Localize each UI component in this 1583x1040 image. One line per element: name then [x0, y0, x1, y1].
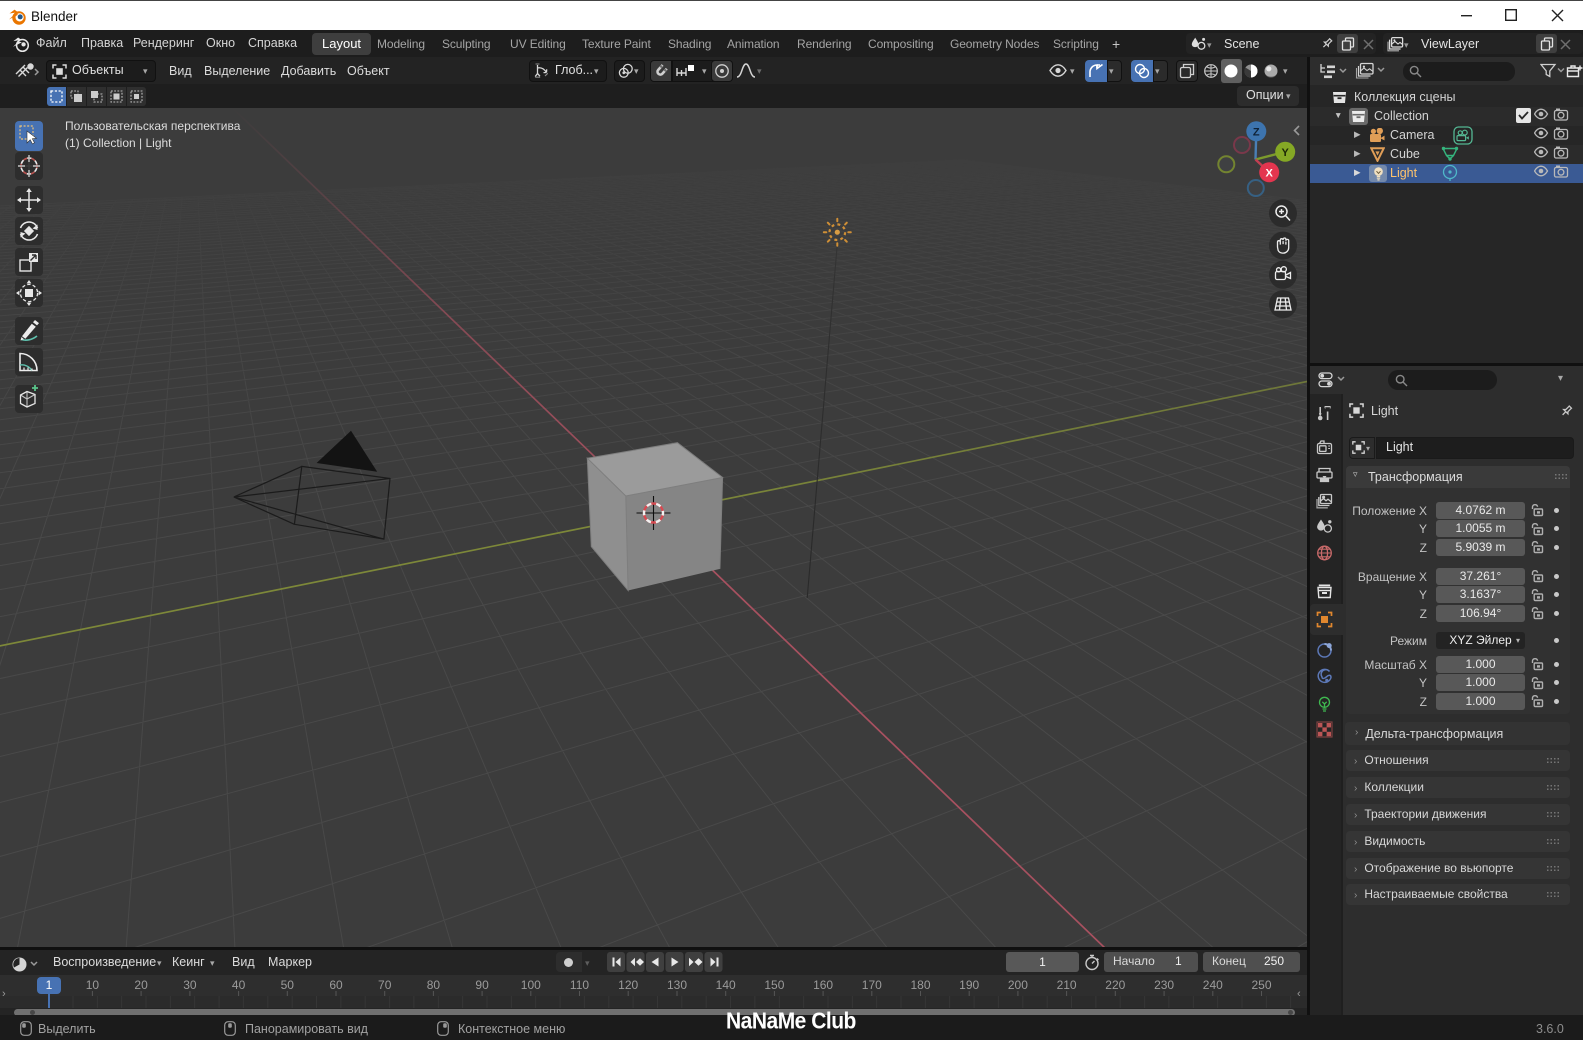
svg-text:40: 40: [232, 978, 246, 992]
svg-text:140: 140: [716, 978, 736, 992]
svg-text:Y: Y: [1282, 147, 1290, 159]
svg-text:110: 110: [570, 978, 589, 992]
svg-text:70: 70: [378, 978, 392, 992]
svg-text:50: 50: [281, 978, 295, 992]
svg-text:100: 100: [521, 978, 541, 992]
svg-text:250: 250: [1251, 978, 1271, 992]
svg-text:120: 120: [618, 978, 638, 992]
svg-text:80: 80: [427, 978, 441, 992]
svg-text:10: 10: [86, 978, 100, 992]
svg-text:Z: Z: [1253, 127, 1260, 139]
svg-text:230: 230: [1154, 978, 1174, 992]
svg-text:60: 60: [329, 978, 343, 992]
svg-text:130: 130: [667, 978, 687, 992]
svg-text:30: 30: [183, 978, 197, 992]
svg-text:210: 210: [1057, 978, 1077, 992]
svg-text:90: 90: [475, 978, 489, 992]
svg-text:200: 200: [1008, 978, 1028, 992]
svg-text:170: 170: [862, 978, 882, 992]
svg-text:150: 150: [764, 978, 784, 992]
svg-text:X: X: [1266, 168, 1274, 180]
svg-text:180: 180: [910, 978, 930, 992]
svg-text:190: 190: [959, 978, 979, 992]
svg-text:220: 220: [1105, 978, 1125, 992]
svg-text:20: 20: [134, 978, 148, 992]
svg-text:240: 240: [1203, 978, 1223, 992]
svg-text:160: 160: [813, 978, 833, 992]
